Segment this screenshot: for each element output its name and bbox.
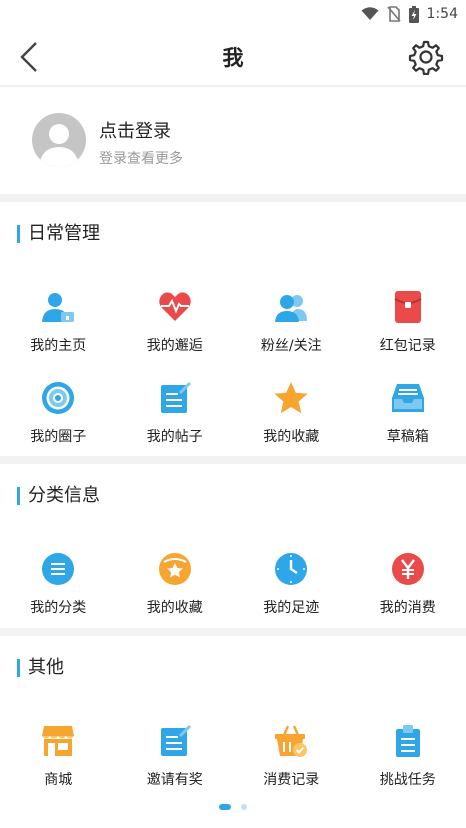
circle-target-icon xyxy=(42,382,75,414)
header: 我 xyxy=(0,28,466,86)
list-icon xyxy=(42,553,75,585)
login-card[interactable]: 点击登录 登录查看更多 xyxy=(0,87,466,194)
fans-follow-item[interactable]: 粉丝/关注 xyxy=(233,286,350,377)
users-icon xyxy=(275,295,308,322)
my-circle-label: 我的圈子 xyxy=(30,429,87,445)
heart-pulse-icon xyxy=(158,292,191,321)
drafts-item[interactable]: 草稿箱 xyxy=(350,377,466,468)
challenge-task-item[interactable]: 挑战任务 xyxy=(350,720,466,811)
my-spending-label: 我的消费 xyxy=(379,600,436,616)
red-packet-record-item[interactable]: 红包记录 xyxy=(350,286,466,377)
fans-follow-label: 粉丝/关注 xyxy=(260,338,322,354)
red-packet-record-label: 红包记录 xyxy=(379,338,436,354)
daily-management-section: 日常管理 我的主页 我的邂逅 粉丝/关注 红包记录 我的圈子 我的帖子 我的收藏… xyxy=(0,202,466,456)
my-circle-item[interactable]: 我的圈子 xyxy=(0,377,117,468)
mall-label: 商城 xyxy=(44,772,73,788)
invite-edit-icon xyxy=(160,724,191,756)
user-home-icon xyxy=(42,293,75,322)
status-time: 1:54 xyxy=(426,6,458,22)
gear-icon xyxy=(408,40,444,76)
mall-item[interactable]: 商城 xyxy=(0,720,117,811)
status-bar: 1:54 xyxy=(0,0,466,28)
my-posts-label: 我的帖子 xyxy=(146,429,203,445)
my-encounter-label: 我的邂逅 xyxy=(146,338,203,354)
invite-reward-label: 邀请有奖 xyxy=(146,772,203,788)
other-section: 其他 商城 邀请有奖 消费记录 挑战任务 xyxy=(0,636,466,828)
spending-record-item[interactable]: 消费记录 xyxy=(233,720,350,811)
my-collection-label: 我的收藏 xyxy=(146,600,203,616)
login-title[interactable]: 点击登录 xyxy=(99,117,171,143)
section-title-other: 其他 xyxy=(17,658,64,678)
my-footprints-label: 我的足迹 xyxy=(263,600,320,616)
my-favorites-item[interactable]: 我的收藏 xyxy=(233,377,350,468)
avatar[interactable] xyxy=(32,113,86,167)
my-footprints-item[interactable]: 我的足迹 xyxy=(233,548,350,639)
page-dot-active[interactable] xyxy=(219,804,231,810)
star-icon xyxy=(274,382,308,414)
post-edit-icon xyxy=(160,381,191,413)
no-sim-icon xyxy=(386,6,401,22)
section-title-category: 分类信息 xyxy=(17,486,100,506)
basket-check-icon xyxy=(275,725,308,757)
default-avatar-icon xyxy=(39,124,79,167)
category-info-section: 分类信息 我的分类 我的收藏 我的足迹 我的消费 xyxy=(0,464,466,628)
spending-record-label: 消费记录 xyxy=(263,772,320,788)
page-dot[interactable] xyxy=(241,804,247,810)
my-categories-item[interactable]: 我的分类 xyxy=(0,548,117,639)
my-encounter-item[interactable]: 我的邂逅 xyxy=(117,286,234,377)
folder-star-icon xyxy=(158,553,191,585)
daily-grid: 我的主页 我的邂逅 粉丝/关注 红包记录 我的圈子 我的帖子 我的收藏 草稿箱 xyxy=(0,286,466,468)
red-envelope-icon xyxy=(394,291,422,323)
my-spending-item[interactable]: 我的消费 xyxy=(350,548,466,639)
settings-button[interactable] xyxy=(408,39,444,76)
clock-icon xyxy=(275,553,308,585)
shop-icon xyxy=(42,726,75,756)
my-collection-item[interactable]: 我的收藏 xyxy=(117,548,234,639)
invite-reward-item[interactable]: 邀请有奖 xyxy=(117,720,234,811)
my-posts-item[interactable]: 我的帖子 xyxy=(117,377,234,468)
category-grid: 我的分类 我的收藏 我的足迹 我的消费 xyxy=(0,548,466,639)
wifi-icon xyxy=(361,7,379,20)
yuan-icon xyxy=(391,553,424,585)
section-title-daily: 日常管理 xyxy=(17,224,100,244)
my-homepage-label: 我的主页 xyxy=(30,338,87,354)
my-homepage-item[interactable]: 我的主页 xyxy=(0,286,117,377)
page-indicator xyxy=(0,804,466,810)
challenge-task-label: 挑战任务 xyxy=(379,772,436,788)
clipboard-icon xyxy=(395,725,420,757)
my-favorites-label: 我的收藏 xyxy=(263,429,320,445)
drafts-label: 草稿箱 xyxy=(386,429,429,445)
battery-charging-icon xyxy=(408,5,419,23)
my-categories-label: 我的分类 xyxy=(30,600,87,616)
login-subtitle: 登录查看更多 xyxy=(99,151,183,167)
inbox-tray-icon xyxy=(391,384,424,412)
other-grid: 商城 邀请有奖 消费记录 挑战任务 xyxy=(0,720,466,811)
page-title: 我 xyxy=(222,46,244,70)
